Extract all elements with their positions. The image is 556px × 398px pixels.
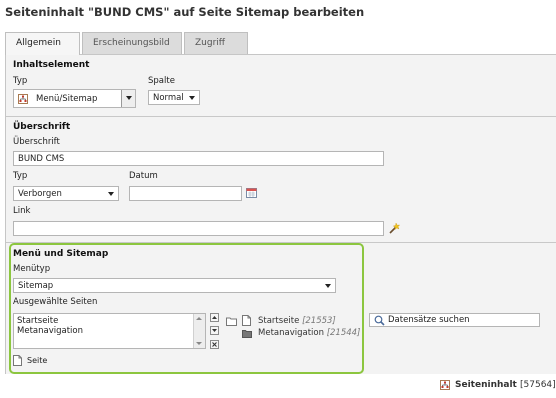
header-label: Überschrift — [13, 137, 60, 147]
menu-type-label: Menütyp — [13, 264, 51, 274]
section-title-inhaltselement: Inhaltselement — [13, 60, 90, 70]
add-page-link[interactable]: Seite — [27, 356, 47, 365]
chevron-down-icon — [325, 284, 331, 288]
chevron-down-icon — [189, 96, 195, 100]
list-item[interactable]: Metanavigation — [17, 326, 202, 336]
column-value: Normal — [153, 93, 184, 103]
chevron-down-icon — [126, 96, 132, 100]
tree-item-label: Metanavigation — [258, 328, 324, 338]
menu-type-value: Sitemap — [18, 281, 54, 291]
tree-item-uid: [21553] — [302, 316, 336, 326]
link-label: Link — [13, 206, 31, 216]
page-icon — [13, 355, 22, 366]
link-input[interactable] — [13, 221, 384, 236]
typ-label: Typ — [13, 76, 28, 86]
search-placeholder: Datensätze suchen — [388, 315, 470, 325]
move-down-button[interactable] — [210, 326, 219, 335]
section-title-ueberschrift: Überschrift — [13, 122, 71, 132]
menu-sitemap-section — [9, 243, 364, 374]
divider — [6, 116, 556, 117]
page-title: Seiteninhalt "BUND CMS" auf Seite Sitema… — [5, 5, 365, 19]
tree-item-startseite[interactable]: Startseite [21553] — [258, 316, 336, 326]
header-type-value: Verborgen — [18, 189, 62, 199]
column-select[interactable]: Normal — [148, 90, 200, 105]
content-type-select[interactable]: Menü/Sitemap — [13, 89, 136, 108]
selected-pages-list[interactable]: Startseite Metanavigation — [13, 313, 206, 349]
selected-pages-label: Ausgewählte Seiten — [13, 297, 98, 307]
tree-item-label: Startseite — [258, 316, 300, 326]
menu-type-select[interactable]: Sitemap — [13, 278, 336, 293]
scrollbar[interactable] — [193, 314, 205, 348]
move-up-button[interactable] — [210, 313, 219, 322]
header-type-select[interactable]: Verborgen — [13, 186, 119, 201]
tree-item-uid: [21544] — [326, 328, 361, 338]
tree-item-metanavigation[interactable]: Metanavigation [21544] — [258, 328, 360, 338]
record-search-input[interactable]: Datensätze suchen — [369, 313, 540, 327]
list-item[interactable]: Startseite — [17, 316, 202, 326]
search-icon — [374, 315, 385, 326]
content-type-value: Menü/Sitemap — [36, 94, 98, 104]
calendar-icon[interactable] — [246, 187, 257, 198]
tab-zugriff[interactable]: Zugriff — [184, 32, 248, 54]
record-uid: [57564] — [520, 380, 556, 390]
sitemap-icon — [440, 380, 450, 390]
folder-icon — [242, 329, 252, 338]
link-wizard-icon[interactable] — [389, 222, 401, 234]
tab-erscheinungsbild[interactable]: Erscheinungsbild — [82, 32, 182, 54]
date-label: Datum — [129, 171, 158, 181]
header-input[interactable]: BUND CMS — [13, 151, 384, 166]
scroll-down-icon[interactable] — [196, 342, 202, 345]
remove-button[interactable] — [210, 340, 219, 349]
chevron-down-icon — [108, 192, 114, 196]
tab-allgemein[interactable]: Allgemein — [5, 32, 80, 55]
date-input[interactable] — [129, 186, 242, 201]
section-title-menue: Menü und Sitemap — [13, 249, 109, 259]
sitemap-icon — [18, 94, 28, 104]
record-info: Seiteninhalt [57564] — [455, 380, 556, 390]
header-type-label: Typ — [13, 171, 28, 181]
dropdown-button[interactable] — [121, 90, 135, 107]
record-type: Seiteninhalt — [455, 380, 517, 390]
scroll-up-icon[interactable] — [196, 317, 202, 320]
page-icon — [242, 315, 251, 326]
spalte-label: Spalte — [148, 76, 175, 86]
folder-open-icon — [226, 316, 237, 326]
